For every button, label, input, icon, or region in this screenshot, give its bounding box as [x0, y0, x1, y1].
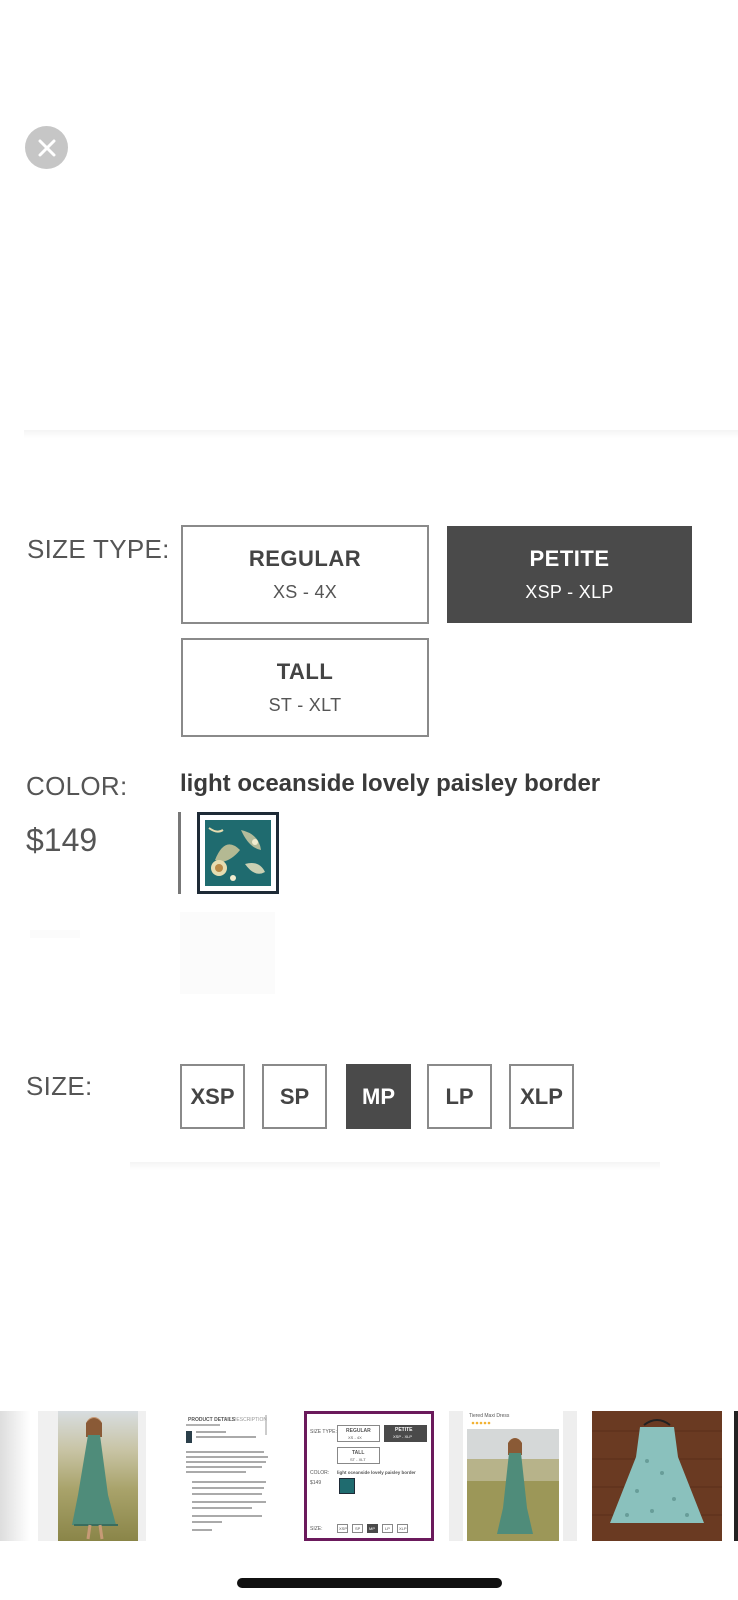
thumb-details-tab: FIT DESCRIPTION [224, 1417, 267, 1423]
thumb-size-text: LP [385, 1526, 390, 1531]
color-swatch[interactable] [197, 812, 279, 894]
thumbnail-dress-hanger[interactable] [592, 1411, 722, 1541]
thumbnail-size-selector[interactable]: SIZE TYPE: REGULAR XS - 4X PETITE XSP - … [304, 1411, 434, 1541]
thumb-size-text: XLP [399, 1526, 407, 1531]
size-type-tall-button[interactable]: TALL ST - XLT [181, 638, 429, 737]
section-divider [24, 430, 738, 438]
price: $149 [26, 822, 98, 858]
size-mp-button[interactable]: MP [346, 1064, 411, 1129]
thumbnail-dress-field-1[interactable] [38, 1411, 146, 1541]
thumb-size-lp: LP [382, 1524, 393, 1533]
size-type-petite-button[interactable]: PETITE XSP - XLP [447, 526, 692, 623]
thumb-dress-title: Tiered Maxi Dress [469, 1413, 510, 1419]
thumb-size-type-label: SIZE TYPE: [310, 1429, 337, 1435]
size-xlp-button[interactable]: XLP [509, 1064, 574, 1129]
thumb-petite-range: XSP - XLP [393, 1434, 413, 1439]
home-indicator[interactable] [237, 1578, 502, 1588]
thumb-swatch [339, 1478, 355, 1494]
size-sp-button[interactable]: SP [262, 1064, 327, 1129]
placeholder-block [180, 912, 275, 994]
size-type-label: SIZE TYPE: [27, 534, 170, 564]
thumb-size-label: SIZE: [310, 1526, 323, 1532]
size-lp-button[interactable]: LP [427, 1064, 492, 1129]
swatch-scroll-indicator [178, 812, 181, 894]
thumb-regular-box: REGULAR XS - 4X [337, 1425, 380, 1442]
thumbnail-edge[interactable] [734, 1411, 738, 1541]
size-type-name: PETITE [529, 546, 610, 571]
size-label: SIZE: [26, 1071, 93, 1101]
thumb-size-sp: SP [352, 1524, 363, 1533]
thumbnail-edge[interactable] [0, 1411, 30, 1541]
thumb-size-text: MP [369, 1526, 375, 1531]
thumb-color-label: COLOR: [310, 1470, 330, 1476]
size-type-range: ST - XLT [268, 695, 342, 715]
close-icon [38, 139, 55, 156]
thumbnail-dress-field-2[interactable]: Tiered Maxi Dress [449, 1411, 577, 1541]
section-divider [130, 1162, 660, 1170]
thumb-size-text: SP [355, 1526, 361, 1531]
thumb-size-xlp: XLP [397, 1524, 408, 1533]
thumb-regular-name: REGULAR [346, 1428, 371, 1434]
color-name: light oceanside lovely paisley border [180, 770, 601, 797]
thumb-size-xsp: XSP [337, 1524, 348, 1533]
thumb-size-mp: MP [367, 1524, 378, 1533]
placeholder-line [30, 930, 80, 938]
thumb-color-name: light oceanside lovely paisley border [337, 1470, 416, 1475]
thumb-regular-range: XS - 4X [348, 1435, 362, 1440]
size-type-range: XSP - XLP [525, 582, 614, 602]
thumb-size-text: XSP [339, 1526, 348, 1531]
color-label: COLOR: [26, 771, 128, 801]
close-button[interactable] [25, 126, 68, 169]
size-type-name: REGULAR [248, 546, 362, 571]
thumb-tall-name: TALL [352, 1450, 365, 1456]
thumb-tall-box: TALL ST - XLT [337, 1447, 380, 1464]
size-xsp-button[interactable]: XSP [180, 1064, 245, 1129]
size-type-range: XS - 4X [272, 582, 338, 602]
size-type-name: TALL [276, 659, 334, 684]
thumbnail-product-details[interactable]: PRODUCT DETAILS FIT DESCRIPTION [178, 1411, 278, 1541]
size-type-regular-button[interactable]: REGULAR XS - 4X [181, 525, 429, 624]
thumb-price: $149 [310, 1480, 322, 1486]
thumb-petite-box: PETITE XSP - XLP [384, 1425, 427, 1442]
paisley-swatch-image [205, 820, 271, 886]
thumb-tall-range: ST - XLT [350, 1457, 366, 1462]
thumb-petite-name: PETITE [395, 1427, 413, 1433]
